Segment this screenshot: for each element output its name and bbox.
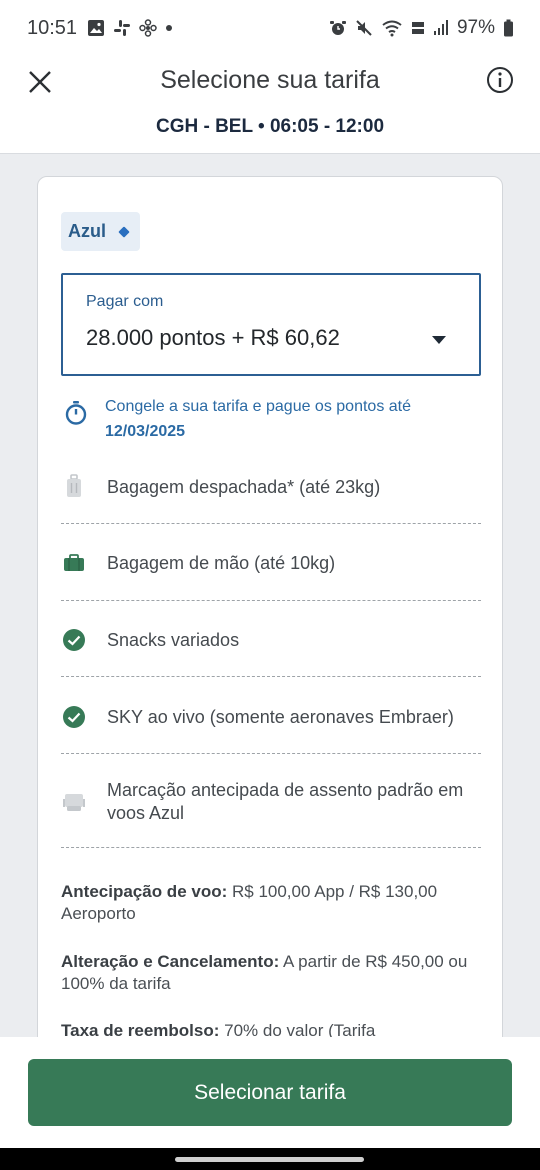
alarm-icon bbox=[329, 21, 346, 35]
freeze-fare-link[interactable]: Congele a sua tarifa e pague os pontos a… bbox=[63, 394, 483, 444]
flight-route: CGH - BEL • 06:05 - 12:00 bbox=[155, 116, 385, 137]
battery-icon bbox=[504, 19, 513, 37]
feature-item: Snacks variados bbox=[61, 627, 481, 653]
fare-brand-label: Azul bbox=[68, 221, 106, 241]
home-handle[interactable] bbox=[175, 1157, 364, 1162]
feature-label: SKY ao vivo (somente aeronaves Embraer) bbox=[107, 706, 454, 727]
bottom-action-bar: Selecionar tarifa bbox=[0, 1037, 540, 1148]
policy-text: Alteração e Cancelamento: A partir de R$… bbox=[61, 951, 486, 995]
notification-icons bbox=[87, 19, 173, 37]
divider bbox=[61, 676, 481, 677]
divider bbox=[61, 753, 481, 754]
policy-text: Antecipação de voo: R$ 100,00 App / R$ 1… bbox=[61, 881, 486, 925]
fare-brand-badge: Azul bbox=[61, 212, 140, 251]
divider bbox=[61, 600, 481, 601]
caret-down-icon bbox=[432, 336, 446, 344]
info-button[interactable] bbox=[486, 66, 514, 94]
divider bbox=[61, 847, 481, 848]
policy-title: Antecipação de voo: bbox=[61, 882, 228, 901]
status-time: 10:51 bbox=[27, 16, 78, 39]
feature-item: Marcação antecipada de assento padrão em… bbox=[61, 779, 481, 825]
system-nav-bar bbox=[0, 1148, 540, 1170]
signal-icon bbox=[433, 20, 448, 35]
battery-percent: 97% bbox=[456, 17, 495, 38]
feature-label: Snacks variados bbox=[107, 629, 240, 650]
freeze-fare-date: 12/03/2025 bbox=[105, 423, 186, 440]
feature-item: SKY ao vivo (somente aeronaves Embraer) bbox=[61, 704, 481, 730]
mute-icon bbox=[356, 20, 372, 36]
check-circle-icon bbox=[61, 704, 87, 730]
freeze-fare-message: Congele a sua tarifa e pague os pontos a… bbox=[105, 398, 411, 415]
feature-item: Bagagem de mão (até 10kg) bbox=[61, 550, 481, 576]
suitcase-icon bbox=[61, 474, 87, 500]
info-icon bbox=[487, 67, 513, 93]
fare-card: Azul Pagar com 28.000 pontos + R$ 60,62 … bbox=[37, 176, 503, 1076]
briefcase-icon bbox=[61, 550, 87, 576]
freeze-fare-text: Congele a sua tarifa e pague os pontos a… bbox=[105, 394, 411, 444]
pay-with-select[interactable]: Pagar com 28.000 pontos + R$ 60,62 bbox=[61, 273, 481, 376]
feature-label: Bagagem de mão (até 10kg) bbox=[107, 552, 336, 573]
select-fare-button[interactable]: Selecionar tarifa bbox=[28, 1059, 512, 1126]
page-title: Selecione sua tarifa bbox=[160, 66, 380, 94]
dot-icon bbox=[166, 25, 173, 31]
status-bar: 10:51 97% bbox=[0, 0, 540, 56]
pay-with-value: 28.000 pontos + R$ 60,62 bbox=[86, 325, 340, 350]
seat-icon bbox=[61, 789, 87, 815]
feature-label: Marcação antecipada de assento padrão em… bbox=[107, 780, 464, 823]
app-header: Selecione sua tarifa CGH - BEL • 06:05 -… bbox=[0, 56, 540, 154]
diamond-icon bbox=[118, 225, 130, 238]
feature-label: Bagagem despachada* (até 23kg) bbox=[107, 476, 381, 497]
volte-icon bbox=[411, 22, 424, 34]
feature-item: Bagagem despachada* (até 23kg) bbox=[61, 474, 481, 500]
divider bbox=[61, 523, 481, 524]
pay-with-label: Pagar com bbox=[86, 293, 164, 310]
fan-icon bbox=[139, 19, 157, 37]
stopwatch-icon bbox=[65, 401, 87, 425]
slack-icon bbox=[114, 20, 131, 36]
check-circle-icon bbox=[61, 627, 87, 653]
policy-title: Alteração e Cancelamento: bbox=[61, 952, 280, 971]
image-icon bbox=[88, 20, 105, 36]
wifi-icon bbox=[382, 20, 402, 37]
